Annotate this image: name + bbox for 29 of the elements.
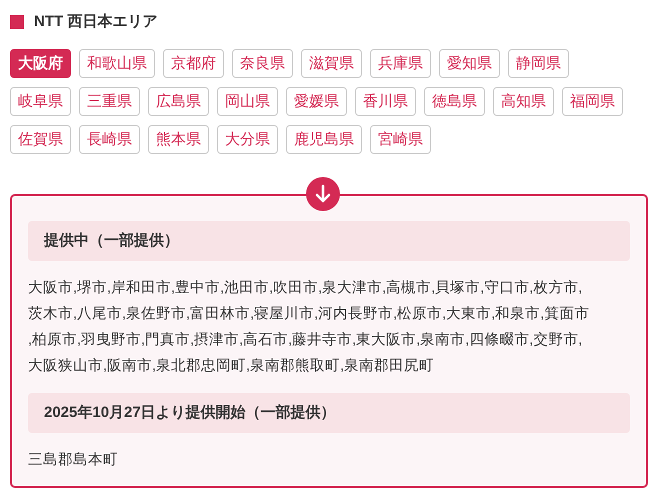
prefecture-tab[interactable]: 兵庫県 bbox=[370, 49, 431, 78]
section-title: 提供中（一部提供） bbox=[28, 221, 630, 261]
prefecture-tab[interactable]: 和歌山県 bbox=[79, 49, 155, 78]
prefecture-tab[interactable]: 奈良県 bbox=[232, 49, 293, 78]
prefecture-tab[interactable]: 静岡県 bbox=[508, 49, 569, 78]
prefecture-tab[interactable]: 大分県 bbox=[217, 125, 278, 154]
prefecture-tab[interactable]: 三重県 bbox=[79, 87, 140, 116]
prefecture-tab[interactable]: 岐阜県 bbox=[10, 87, 71, 116]
area-list: 大阪市,堺市,岸和田市,豊中市,池田市,吹田市,泉大津市,高槻市,貝塚市,守口市,枚方市, 茨木市,八尾市,泉佐野市,富田林市,寝屋川市,河内長野市,松原市,大東市,和泉市,箕面市 ,柏原市,羽曳野市,門真市,摂津市,高石市,藤井寺市,東大阪市,泉南市,四條畷市,交野市, 大阪狭山市,阪南市,泉北郡忠岡町,泉南郡熊取町,泉南郡田尻町 bbox=[28, 275, 630, 379]
section-heading: NTT 西日本エリア bbox=[34, 12, 158, 32]
prefecture-tab[interactable]: 高知県 bbox=[493, 87, 554, 116]
prefecture-tab[interactable]: 広島県 bbox=[148, 87, 209, 116]
prefecture-tab[interactable]: 岡山県 bbox=[217, 87, 278, 116]
prefecture-tab[interactable]: 香川県 bbox=[355, 87, 416, 116]
prefecture-tab[interactable]: 徳島県 bbox=[424, 87, 485, 116]
prefecture-tab[interactable]: 愛知県 bbox=[439, 49, 500, 78]
prefecture-tab[interactable]: 京都府 bbox=[163, 49, 224, 78]
prefecture-tab[interactable]: 長崎県 bbox=[79, 125, 140, 154]
prefecture-tab[interactable]: 熊本県 bbox=[148, 125, 209, 154]
area-list: 三島郡島本町 bbox=[28, 447, 630, 473]
prefecture-tab[interactable]: 福岡県 bbox=[562, 87, 623, 116]
prefecture-tab[interactable]: 愛媛県 bbox=[286, 87, 347, 116]
prefecture-tab[interactable]: 滋賀県 bbox=[301, 49, 362, 78]
section-title: 2025年10月27日より提供開始（一部提供） bbox=[28, 393, 630, 433]
prefecture-tab[interactable]: 鹿児島県 bbox=[286, 125, 362, 154]
prefecture-tab[interactable]: 大阪府 bbox=[10, 49, 71, 78]
prefecture-tab[interactable]: 佐賀県 bbox=[10, 125, 71, 154]
prefecture-tab[interactable]: 宮崎県 bbox=[370, 125, 431, 154]
square-icon bbox=[10, 15, 24, 29]
